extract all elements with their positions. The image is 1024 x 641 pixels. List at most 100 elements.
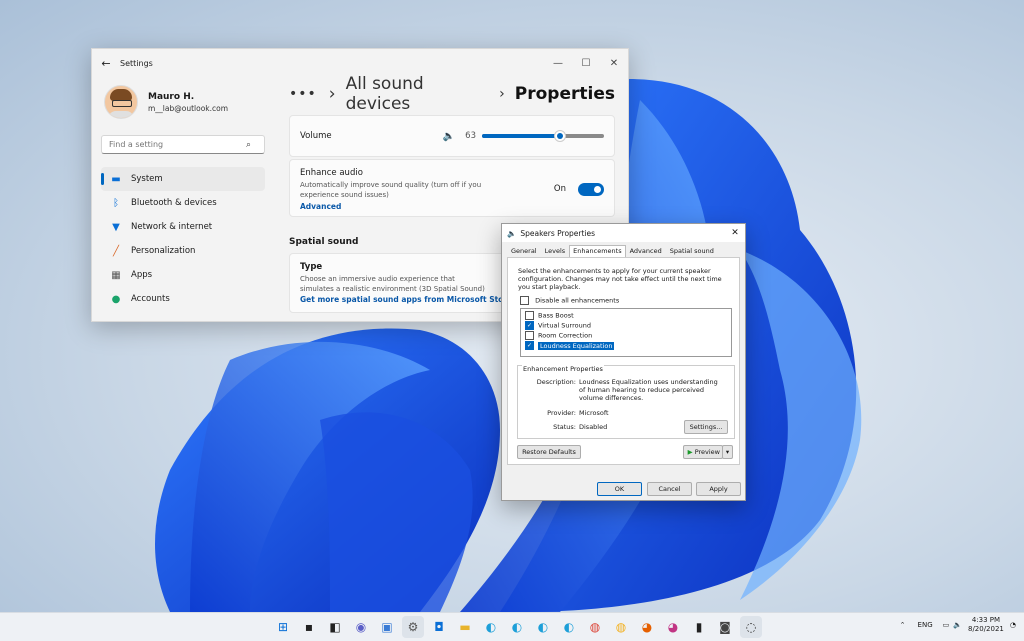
firefox-dev-icon[interactable]: ◕ (662, 616, 684, 638)
list-item[interactable]: ✓ Virtual Surround (521, 321, 731, 331)
properties-legend: Enhancement Properties (522, 365, 604, 373)
time: 4:33 PM (971, 616, 1001, 624)
maximize-button[interactable]: ☐ (572, 58, 600, 69)
description-label: Description: (536, 378, 576, 386)
terminal-icon[interactable]: ▮ (688, 616, 710, 638)
preview-label: Preview (694, 448, 720, 456)
list-item[interactable]: Bass Boost (521, 311, 731, 321)
chrome-canary-icon[interactable]: ◍ (610, 616, 632, 638)
nav-item-label: Personalization (131, 246, 196, 256)
edge-beta-icon[interactable]: ◐ (532, 616, 554, 638)
list-item[interactable]: Room Correction (521, 331, 731, 341)
chat-icon[interactable]: ◉ (350, 616, 372, 638)
volume-icon[interactable]: 🔈 (953, 621, 962, 629)
language-indicator[interactable]: ENG (918, 621, 933, 629)
nav-item-bluetooth[interactable]: ᛒ Bluetooth & devices (101, 191, 265, 215)
notification-icon[interactable]: ◔ (1010, 621, 1016, 629)
speaker-icon: 🔈 (507, 228, 517, 238)
edge-dev-icon[interactable]: ◐ (506, 616, 528, 638)
volume-label: Volume (300, 131, 332, 141)
breadcrumb-more[interactable]: ••• (289, 86, 317, 102)
list-item-label: Bass Boost (538, 311, 574, 320)
nav-item-personalization[interactable]: ╱ Personalization (101, 239, 265, 263)
firefox-icon[interactable]: ◕ (636, 616, 658, 638)
virtual-surround-checkbox[interactable]: ✓ (525, 321, 534, 330)
chevron-up-icon[interactable]: ⌃ (900, 621, 906, 629)
nav-item-system[interactable]: ▬ System (101, 167, 265, 191)
search-icon[interactable]: ▪ (298, 616, 320, 638)
clock[interactable]: 4:33 PM 8/20/2021 (968, 616, 1004, 634)
enhancements-intro: Select the enhancements to apply for you… (518, 267, 722, 291)
nav-item-apps[interactable]: ▦ Apps (101, 263, 265, 287)
back-arrow-icon[interactable]: ← (92, 57, 120, 70)
task-view-icon[interactable]: ◧ (324, 616, 346, 638)
disable-all-checkbox[interactable] (520, 296, 529, 305)
nav-item-label: Network & internet (131, 222, 213, 232)
edge-icon[interactable]: ◐ (480, 616, 502, 638)
tab-general[interactable]: General (507, 245, 541, 257)
ok-button[interactable]: OK (597, 482, 642, 496)
enhance-audio-card: Enhance audio Automatically improve soun… (289, 159, 615, 217)
breadcrumb-parent[interactable]: All sound devices (346, 74, 490, 114)
nav-item-network[interactable]: ▼ Network & internet (101, 215, 265, 239)
advanced-link[interactable]: Advanced (300, 202, 604, 211)
preview-button[interactable]: ▶ Preview (683, 445, 723, 459)
enhance-desc: Automatically improve sound quality (tur… (300, 181, 482, 199)
dialog-close-button[interactable]: ✕ (725, 228, 745, 238)
bass-boost-checkbox[interactable] (525, 311, 534, 320)
speaker-icon[interactable]: 🔈 (443, 131, 455, 142)
tab-advanced[interactable]: Advanced (626, 245, 666, 257)
tab-levels[interactable]: Levels (541, 245, 570, 257)
folder-icon[interactable]: ▬ (454, 616, 476, 638)
edge-canary-icon[interactable]: ◐ (558, 616, 580, 638)
dialog-tabs: General Levels Enhancements Advanced Spa… (507, 245, 745, 257)
search-icon[interactable]: ⌕ (246, 140, 251, 150)
settings-button[interactable]: Settings... (684, 420, 728, 434)
camera-icon[interactable]: ◙ (714, 616, 736, 638)
nav-item-label: Bluetooth & devices (131, 198, 217, 208)
cancel-button[interactable]: Cancel (647, 482, 692, 496)
person-icon: ● (111, 293, 121, 305)
photos-icon[interactable]: ▣ (376, 616, 398, 638)
network-icon[interactable]: ▭ (943, 621, 950, 629)
tab-spatial-sound[interactable]: Spatial sound (666, 245, 718, 257)
settings-search: ⌕ (101, 135, 265, 154)
disable-all-row[interactable]: Disable all enhancements (520, 296, 739, 305)
apply-button[interactable]: Apply (696, 482, 741, 496)
minimize-button[interactable]: — (544, 58, 572, 69)
sound-app-icon[interactable]: ◌ (740, 616, 762, 638)
system-tray: ⌃ ENG ▭ 🔈 4:33 PM 8/20/2021 ◔ (900, 616, 1016, 634)
play-icon: ▶ (687, 448, 693, 456)
provider-value: Microsoft (579, 409, 609, 417)
search-input[interactable] (107, 139, 246, 150)
volume-slider-thumb[interactable] (553, 130, 566, 142)
list-item-label: Virtual Surround (538, 321, 591, 330)
avatar (104, 85, 138, 119)
breadcrumb: ••• › All sound devices › Properties (289, 74, 615, 114)
preview-dropdown-button[interactable]: ▾ (722, 445, 733, 459)
store-icon[interactable]: ◘ (428, 616, 450, 638)
user-email: m__lab@outlook.com (148, 103, 229, 113)
dialog-title: Speakers Properties (520, 228, 596, 238)
nav-item-accounts[interactable]: ● Accounts (101, 287, 265, 311)
provider-label: Provider: (547, 409, 576, 417)
nav-item-label: Apps (131, 270, 153, 280)
speakers-properties-dialog: 🔈 Speakers Properties ✕ General Levels E… (501, 223, 746, 501)
room-correction-checkbox[interactable] (525, 331, 534, 340)
start-icon[interactable]: ⊞ (272, 616, 294, 638)
tab-enhancements[interactable]: Enhancements (569, 245, 626, 257)
user-profile[interactable]: Mauro H. m__lab@outlook.com (104, 85, 228, 119)
enhance-toggle[interactable] (578, 183, 604, 196)
disable-all-label: Disable all enhancements (535, 296, 620, 305)
loudness-equalization-checkbox[interactable]: ✓ (525, 341, 534, 350)
list-item[interactable]: ✓ Loudness Equalization (521, 341, 731, 351)
enhancement-properties: Enhancement Properties Description: Loud… (517, 365, 735, 439)
settings-nav: ▬ System ᛒ Bluetooth & devices ▼ Network… (101, 167, 265, 311)
chrome-icon[interactable]: ◍ (584, 616, 606, 638)
close-button[interactable]: ✕ (600, 58, 628, 69)
taskbar-icons: ⊞ ▪ ◧ ◉ ▣ ⚙ ◘ ▬ ◐ ◐ ◐ ◐ ◍ ◍ ◕ ◕ ▮ ◙ ◌ (272, 616, 766, 638)
volume-slider[interactable] (482, 130, 604, 142)
settings-icon[interactable]: ⚙ (402, 616, 424, 638)
nav-item-label: System (131, 174, 163, 184)
restore-defaults-button[interactable]: Restore Defaults (517, 445, 581, 459)
